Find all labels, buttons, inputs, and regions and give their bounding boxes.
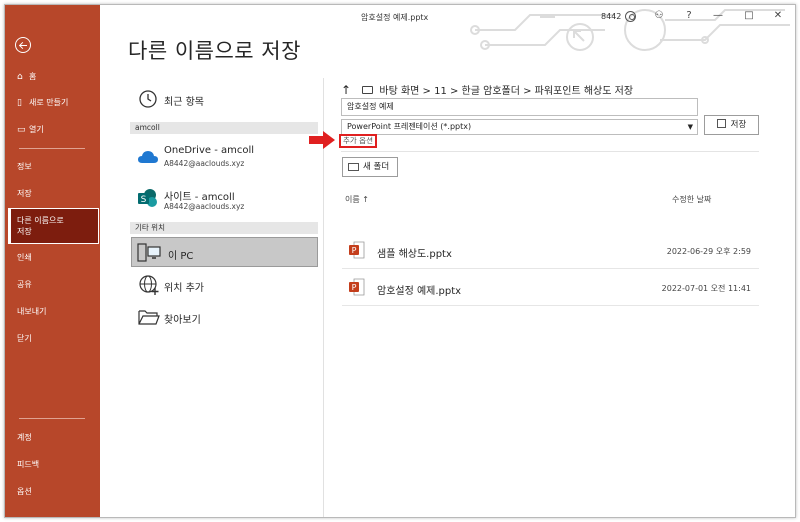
window-title: 암호설정 예제.pptx bbox=[361, 13, 429, 22]
nav-open[interactable]: ▭ 열기 bbox=[8, 125, 100, 135]
pptx-file-icon: P bbox=[349, 278, 365, 296]
save-button[interactable]: 저장 bbox=[704, 115, 759, 135]
home-icon: ⌂ bbox=[17, 72, 23, 82]
nav-save[interactable]: 저장 bbox=[8, 189, 100, 199]
page-title: 다른 이름으로 저장 bbox=[128, 39, 301, 63]
column-modified-header[interactable]: 수정한 날짜 bbox=[672, 194, 711, 205]
nav-share[interactable]: 공유 bbox=[8, 280, 100, 290]
nav-new[interactable]: ▯ 새로 만들기 bbox=[8, 98, 100, 108]
computer-icon bbox=[137, 243, 161, 262]
nav-save-as[interactable]: 다른 이름으로 저장 bbox=[8, 208, 99, 244]
breadcrumb-path[interactable]: 바탕 화면 > 11 > 한글 암호폴더 > 파워포인트 해상도 저장 bbox=[379, 86, 633, 97]
svg-text:P: P bbox=[352, 246, 357, 255]
section-header-account: amcoll bbox=[130, 122, 318, 134]
breadcrumb: ↑ 바탕 화면 > 11 > 한글 암호폴더 > 파워포인트 해상도 저장 bbox=[341, 82, 633, 97]
location-browse[interactable]: 찾아보기 bbox=[128, 303, 318, 331]
divider bbox=[341, 151, 759, 152]
nav-home[interactable]: ⌂ 홈 bbox=[8, 72, 100, 82]
clock-icon bbox=[139, 90, 157, 108]
file-type-value: PowerPoint 프레젠테이션 (*.pptx) bbox=[347, 122, 472, 131]
nav-close[interactable]: 닫기 bbox=[8, 334, 100, 344]
file-row[interactable]: P 암호설정 예제.pptx 2022-07-01 오전 11:41 bbox=[342, 269, 759, 306]
avatar-icon[interactable] bbox=[625, 11, 636, 22]
nav-options[interactable]: 옵션 bbox=[8, 487, 100, 497]
nav-account[interactable]: 계정 bbox=[8, 433, 100, 443]
close-icon[interactable]: ✕ bbox=[771, 9, 785, 23]
cloud-icon bbox=[138, 151, 158, 163]
red-arrow-annotation-icon bbox=[309, 131, 335, 149]
new-document-icon: ▯ bbox=[17, 98, 22, 108]
minimize-icon[interactable]: — bbox=[711, 9, 725, 23]
section-header-other: 기타 위치 bbox=[130, 222, 318, 234]
rail-divider bbox=[19, 148, 85, 149]
rail-divider bbox=[19, 418, 85, 419]
up-arrow-icon[interactable]: ↑ bbox=[341, 83, 355, 97]
file-name: 암호설정 예제.pptx bbox=[377, 286, 462, 297]
file-name: 샘플 해상도.pptx bbox=[377, 249, 452, 260]
powerpoint-backstage-window: ⌂ 홈 ▯ 새로 만들기 ▭ 열기 정보 저장 다른 이름으로 저장 인쇄 공유 내보… bbox=[4, 4, 796, 518]
file-type-select[interactable]: PowerPoint 프레젠테이션 (*.pptx) ▼ bbox=[341, 119, 698, 135]
new-folder-button[interactable]: 새 폴더 bbox=[342, 157, 398, 177]
dropdown-arrow-icon: ▼ bbox=[687, 123, 693, 131]
file-row[interactable]: P 샘플 해상도.pptx 2022-06-29 오후 2:59 bbox=[342, 232, 759, 269]
globe-add-icon bbox=[139, 275, 159, 295]
nav-export[interactable]: 내보내기 bbox=[8, 307, 100, 317]
folder-icon bbox=[362, 86, 374, 94]
sharepoint-icon: S bbox=[138, 189, 157, 207]
location-add-place[interactable]: 위치 추가 bbox=[128, 271, 318, 299]
svg-text:P: P bbox=[352, 283, 357, 292]
pptx-file-icon: P bbox=[349, 241, 365, 259]
new-folder-icon bbox=[348, 163, 359, 171]
nav-info[interactable]: 정보 bbox=[8, 162, 100, 172]
location-this-pc[interactable]: 이 PC bbox=[131, 237, 318, 267]
file-date: 2022-06-29 오후 2:59 bbox=[666, 247, 751, 256]
nav-print[interactable]: 인쇄 bbox=[8, 253, 100, 263]
location-recent[interactable]: 최근 항목 bbox=[128, 85, 318, 113]
save-icon bbox=[716, 119, 726, 128]
filename-input[interactable]: 암호설정 예제 bbox=[341, 98, 698, 116]
help-icon[interactable]: ? bbox=[682, 9, 696, 23]
more-options-link[interactable]: 추가 옵션 bbox=[339, 134, 377, 148]
column-name-header[interactable]: 이름 ↑ bbox=[345, 194, 369, 205]
folder-open-icon bbox=[138, 310, 160, 325]
title-bar: 암호설정 예제.pptx 8442 ⚇ ? — □ ✕ bbox=[100, 5, 795, 51]
open-folder-icon: ▭ bbox=[17, 125, 26, 135]
feedback-person-icon[interactable]: ⚇ bbox=[652, 9, 666, 23]
file-date: 2022-07-01 오전 11:41 bbox=[661, 284, 751, 293]
location-sites[interactable]: S 사이트 - amcoll A8442@aaclouds.xyz bbox=[128, 185, 318, 213]
maximize-icon[interactable]: □ bbox=[742, 9, 756, 23]
svg-text:S: S bbox=[141, 195, 147, 205]
location-onedrive[interactable]: OneDrive - amcoll A8442@aaclouds.xyz bbox=[128, 142, 318, 170]
user-name[interactable]: 8442 bbox=[601, 12, 621, 21]
backstage-nav: ⌂ 홈 ▯ 새로 만들기 ▭ 열기 정보 저장 다른 이름으로 저장 인쇄 공유 내보… bbox=[5, 5, 100, 517]
nav-feedback[interactable]: 피드백 bbox=[8, 460, 100, 470]
back-arrow-icon[interactable] bbox=[15, 37, 31, 53]
